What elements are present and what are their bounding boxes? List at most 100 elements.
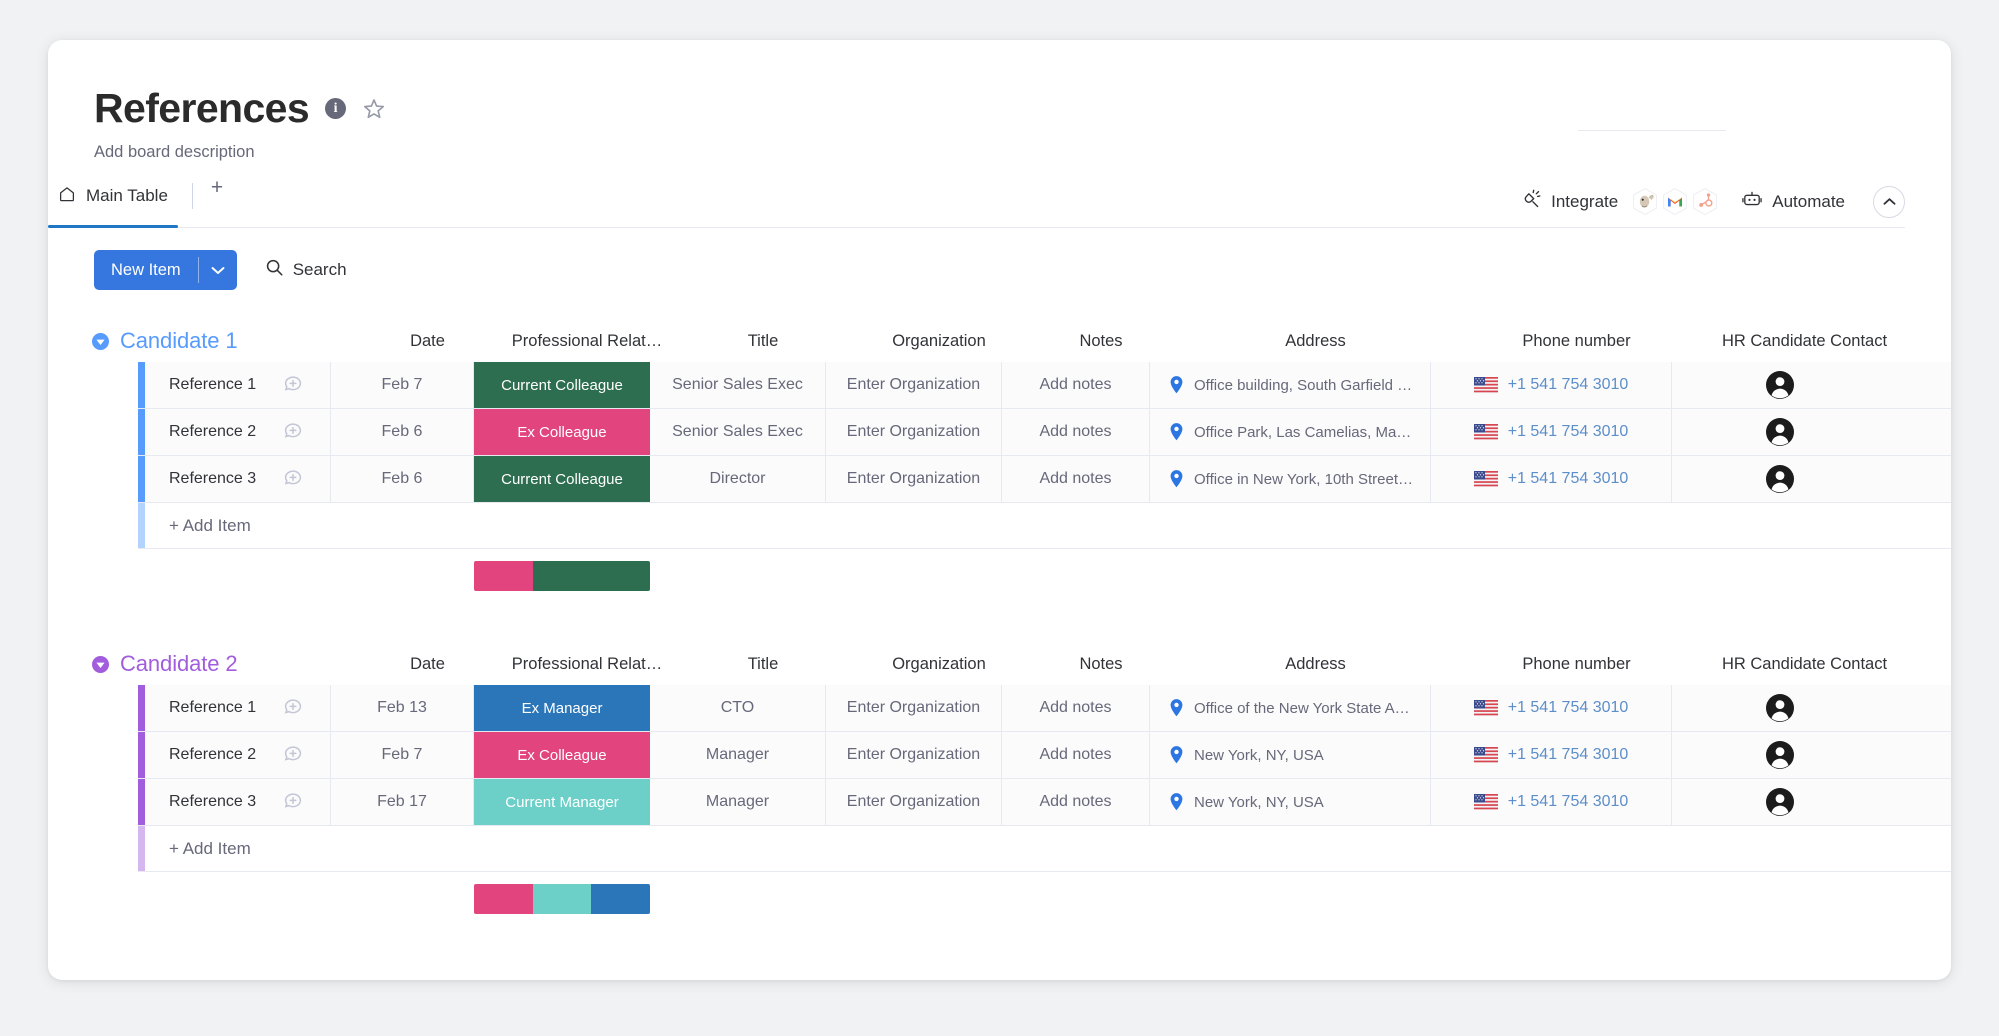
status-badge[interactable]: Ex Manager [474,685,650,731]
cell-date[interactable]: Feb 6 [331,409,474,455]
status-badge[interactable]: Ex Colleague [474,732,650,778]
column-header-phone[interactable]: Phone number [1456,655,1697,674]
new-item-dropdown[interactable] [199,250,237,290]
cell-phone[interactable]: +1 541 754 3010 [1431,456,1672,502]
cell-hr[interactable] [1672,456,1887,502]
column-header-addr[interactable]: Address [1175,655,1456,674]
column-header-hr[interactable]: HR Candidate Contact [1697,332,1912,351]
collapse-arrow-icon[interactable] [92,655,120,673]
column-header-hr[interactable]: HR Candidate Contact [1697,655,1912,674]
table-row[interactable]: Reference 1 Feb 7 Current Colleague Senior… [138,362,1951,409]
column-header-date[interactable]: Date [356,655,499,674]
cell-title[interactable]: Director [650,456,826,502]
cell-org[interactable]: Enter Organization [826,732,1002,778]
cell-title[interactable]: Senior Sales Exec [650,409,826,455]
cell-name[interactable]: Reference 2 [145,732,331,778]
cell-title[interactable]: Senior Sales Exec [650,362,826,408]
column-header-title[interactable]: Title [675,655,851,674]
add-item-row[interactable]: + Add Item [138,826,1951,872]
cell-addr[interactable]: Office in New York, 10th Street… [1150,456,1431,502]
column-header-org[interactable]: Organization [851,655,1027,674]
cell-phone[interactable]: +1 541 754 3010 [1431,779,1672,825]
collapse-arrow-icon[interactable] [92,332,120,350]
integrate-button[interactable]: Integrate [1521,187,1719,217]
table-row[interactable]: Reference 3 Feb 17 Current Manager Manager… [138,779,1951,826]
cell-phone[interactable]: +1 541 754 3010 [1431,685,1672,731]
search-button[interactable]: Search [265,258,347,282]
column-header-notes[interactable]: Notes [1027,655,1175,674]
automate-button[interactable]: Automate [1741,189,1845,215]
status-badge[interactable]: Current Colleague [474,362,650,408]
cell-notes[interactable]: Add notes [1002,409,1150,455]
person-avatar-icon[interactable] [1765,417,1795,447]
gmail-icon[interactable] [1661,187,1689,217]
cell-org[interactable]: Enter Organization [826,779,1002,825]
info-icon[interactable]: i [325,98,347,119]
cell-date[interactable]: Feb 7 [331,362,474,408]
cell-addr[interactable]: Office Park, Las Camelias, Ma… [1150,409,1431,455]
cell-addr[interactable]: New York, NY, USA [1150,732,1431,778]
column-header-phone[interactable]: Phone number [1456,332,1697,351]
status-summary-bar[interactable] [474,561,650,591]
table-row[interactable]: Reference 3 Feb 6 Current Colleague Direct… [138,456,1951,503]
cell-hr[interactable] [1672,779,1887,825]
cell-name[interactable]: Reference 1 [145,685,331,731]
status-badge[interactable]: Current Colleague [474,456,650,502]
cell-notes[interactable]: Add notes [1002,732,1150,778]
status-badge[interactable]: Ex Colleague [474,409,650,455]
cell-addr[interactable]: Office building, South Garfield … [1150,362,1431,408]
board-description[interactable]: Add board description [94,143,1951,162]
column-header-status[interactable]: Professional Relat… [499,332,675,351]
group-title[interactable]: Candidate 2 [120,651,356,677]
cell-hr[interactable] [1672,685,1887,731]
cell-hr[interactable] [1672,362,1887,408]
cell-notes[interactable]: Add notes [1002,456,1150,502]
person-avatar-icon[interactable] [1765,464,1795,494]
cell-date[interactable]: Feb 17 [331,779,474,825]
chat-add-icon[interactable] [282,373,322,397]
mailchimp-icon[interactable] [1631,187,1659,217]
cell-title[interactable]: Manager [650,732,826,778]
chat-add-icon[interactable] [282,790,322,814]
cell-hr[interactable] [1672,732,1887,778]
cell-addr[interactable]: Office of the New York State A… [1150,685,1431,731]
column-header-org[interactable]: Organization [851,332,1027,351]
cell-org[interactable]: Enter Organization [826,362,1002,408]
collapse-header-button[interactable] [1873,186,1905,218]
person-avatar-icon[interactable] [1765,370,1795,400]
cell-title[interactable]: Manager [650,779,826,825]
cell-title[interactable]: CTO [650,685,826,731]
cell-phone[interactable]: +1 541 754 3010 [1431,409,1672,455]
chat-add-icon[interactable] [282,467,322,491]
cell-name[interactable]: Reference 3 [145,779,331,825]
cell-date[interactable]: Feb 13 [331,685,474,731]
table-row[interactable]: Reference 1 Feb 13 Ex Manager CTO Enter Org… [138,685,1951,732]
cell-org[interactable]: Enter Organization [826,409,1002,455]
cell-date[interactable]: Feb 6 [331,456,474,502]
status-badge[interactable]: Current Manager [474,779,650,825]
column-header-addr[interactable]: Address [1175,332,1456,351]
cell-org[interactable]: Enter Organization [826,685,1002,731]
person-avatar-icon[interactable] [1765,693,1795,723]
hubspot-icon[interactable] [1691,187,1719,217]
column-header-title[interactable]: Title [675,332,851,351]
column-header-notes[interactable]: Notes [1027,332,1175,351]
tab-main-table[interactable]: Main Table [48,176,188,228]
cell-hr[interactable] [1672,409,1887,455]
column-header-date[interactable]: Date [356,332,499,351]
cell-addr[interactable]: New York, NY, USA [1150,779,1431,825]
cell-phone[interactable]: +1 541 754 3010 [1431,362,1672,408]
cell-name[interactable]: Reference 3 [145,456,331,502]
status-summary-bar[interactable] [474,884,650,914]
cell-notes[interactable]: Add notes [1002,685,1150,731]
table-row[interactable]: Reference 2 Feb 7 Ex Colleague Manager Ente… [138,732,1951,779]
star-icon[interactable] [362,97,386,121]
table-row[interactable]: Reference 2 Feb 6 Ex Colleague Senior Sale… [138,409,1951,456]
cell-org[interactable]: Enter Organization [826,456,1002,502]
new-item-button[interactable]: New Item [94,250,237,290]
cell-name[interactable]: Reference 1 [145,362,331,408]
add-item-row[interactable]: + Add Item [138,503,1951,549]
add-tab-button[interactable]: + [197,176,237,228]
column-header-status[interactable]: Professional Relat… [499,655,675,674]
chat-add-icon[interactable] [282,696,322,720]
